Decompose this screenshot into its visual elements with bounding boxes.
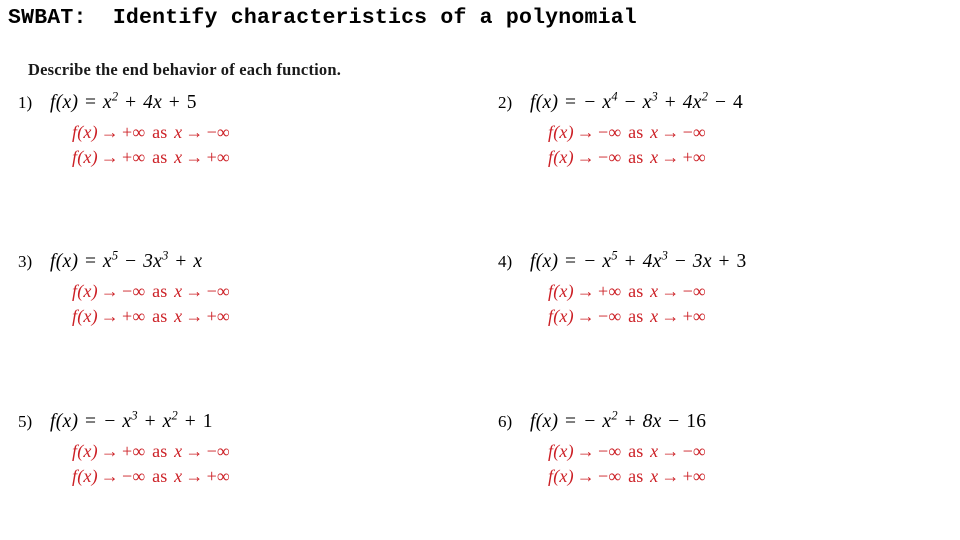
end-behavior-answer: f(x) → −∞ as x → −∞ bbox=[548, 122, 706, 142]
problem-number: 4) bbox=[498, 252, 513, 271]
directions-text: Describe the end behavior of each functi… bbox=[28, 60, 342, 79]
slide-canvas: SWBAT: Identify characteristics of a pol… bbox=[0, 0, 960, 540]
function-expression: f(x) = − x2 + 8x − 16 bbox=[530, 408, 707, 432]
end-behavior-answer: f(x) → +∞ as x → −∞ bbox=[72, 122, 230, 142]
problem-4: 4) f(x) = − x5 + 4x3 − 3x + 3 f(x) → +∞ as x… bbox=[498, 249, 928, 326]
end-behavior-answer: f(x) → +∞ as x → +∞ bbox=[72, 147, 230, 167]
function-expression: f(x) = − x4 − x3 + 4x2 − 4 bbox=[530, 89, 744, 113]
answer-block: f(x) → −∞ as x → −∞ f(x) → −∞ as x → +∞ bbox=[548, 439, 706, 489]
swbat-objective-text: SWBAT: Identify characteristics of a pol… bbox=[8, 6, 637, 30]
function-expression: f(x) = − x3 + x2 + 1 bbox=[50, 408, 213, 432]
answer-block: f(x) → −∞ as x → −∞ f(x) → −∞ as x → +∞ bbox=[548, 120, 706, 170]
end-behavior-answer: f(x) → −∞ as x → +∞ bbox=[72, 466, 230, 486]
problem-1: 1) f(x) = x2 + 4x + 5 f(x) → +∞ as x → −∞ f(x) →… bbox=[18, 90, 448, 167]
equation-line: 1) f(x) = x2 + 4x + 5 bbox=[18, 90, 448, 116]
answer-block: f(x) → +∞ as x → −∞ f(x) → −∞ as x → +∞ bbox=[72, 439, 230, 489]
equation-line: 3) f(x) = x5 − 3x3 + x bbox=[18, 249, 448, 275]
function-expression: f(x) = x5 − 3x3 + x bbox=[50, 248, 203, 272]
problem-2: 2) f(x) = − x4 − x3 + 4x2 − 4 f(x) → −∞ as x… bbox=[498, 90, 928, 167]
objective-header: SWBAT: Identify characteristics of a pol… bbox=[0, 0, 960, 44]
problem-number: 5) bbox=[18, 412, 33, 431]
end-behavior-answer: f(x) → −∞ as x → +∞ bbox=[548, 147, 706, 167]
answer-block: f(x) → +∞ as x → −∞ f(x) → +∞ as x → +∞ bbox=[72, 120, 230, 170]
problem-6: 6) f(x) = − x2 + 8x − 16 f(x) → −∞ as x → −∞ f(… bbox=[498, 409, 928, 486]
problem-number: 2) bbox=[498, 93, 513, 112]
end-behavior-answer: f(x) → −∞ as x → −∞ bbox=[72, 281, 230, 301]
end-behavior-answer: f(x) → −∞ as x → −∞ bbox=[548, 441, 706, 461]
problem-number: 3) bbox=[18, 252, 33, 271]
equation-line: 5) f(x) = − x3 + x2 + 1 bbox=[18, 409, 448, 435]
equation-line: 6) f(x) = − x2 + 8x − 16 bbox=[498, 409, 928, 435]
end-behavior-answer: f(x) → +∞ as x → −∞ bbox=[548, 281, 706, 301]
end-behavior-answer: f(x) → −∞ as x → +∞ bbox=[548, 466, 706, 486]
problem-3: 3) f(x) = x5 − 3x3 + x f(x) → −∞ as x → −∞ f(x)… bbox=[18, 249, 448, 326]
end-behavior-answer: f(x) → −∞ as x → +∞ bbox=[548, 306, 706, 326]
end-behavior-answer: f(x) → +∞ as x → +∞ bbox=[72, 306, 230, 326]
problem-5: 5) f(x) = − x3 + x2 + 1 f(x) → +∞ as x → −∞ f(x… bbox=[18, 409, 448, 486]
end-behavior-answer: f(x) → +∞ as x → −∞ bbox=[72, 441, 230, 461]
function-expression: f(x) = − x5 + 4x3 − 3x + 3 bbox=[530, 248, 747, 272]
worksheet-body: Describe the end behavior of each functi… bbox=[0, 44, 960, 540]
answer-block: f(x) → −∞ as x → −∞ f(x) → +∞ as x → +∞ bbox=[72, 279, 230, 329]
answer-block: f(x) → +∞ as x → −∞ f(x) → −∞ as x → +∞ bbox=[548, 279, 706, 329]
problem-number: 1) bbox=[18, 93, 33, 112]
function-expression: f(x) = x2 + 4x + 5 bbox=[50, 89, 197, 113]
equation-line: 2) f(x) = − x4 − x3 + 4x2 − 4 bbox=[498, 90, 928, 116]
equation-line: 4) f(x) = − x5 + 4x3 − 3x + 3 bbox=[498, 249, 928, 275]
problem-number: 6) bbox=[498, 412, 513, 431]
